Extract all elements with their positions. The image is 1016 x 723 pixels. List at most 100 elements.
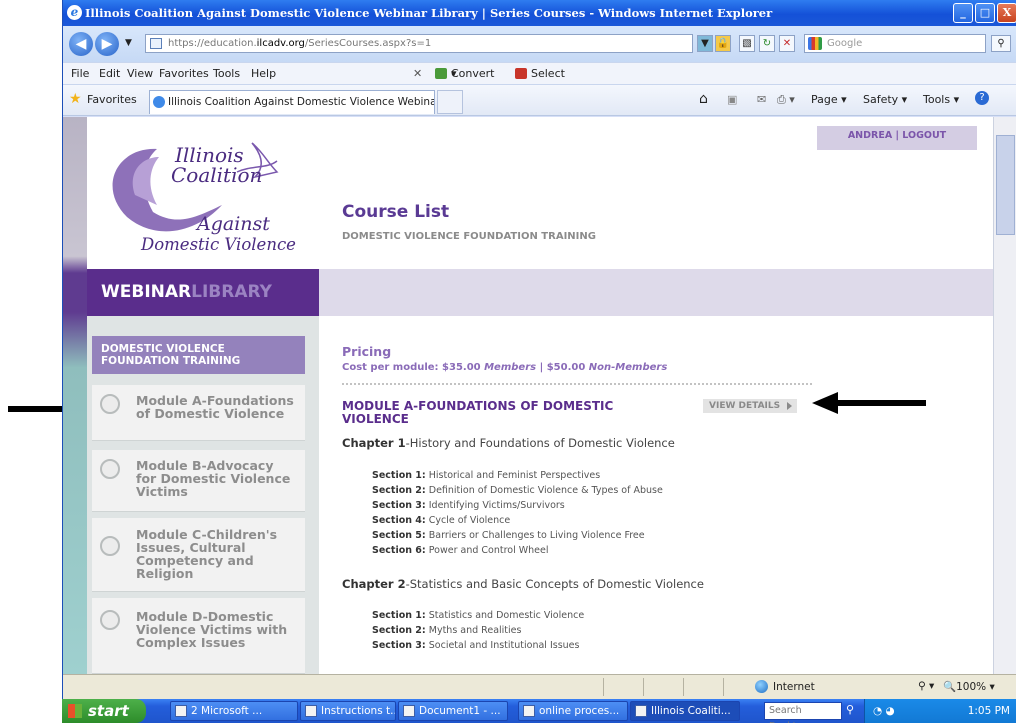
search-input[interactable]: Google <box>804 34 986 53</box>
section-item[interactable]: Section 3: Identifying Victims/Survivors <box>372 500 565 511</box>
taskbar-item[interactable]: Document1 - ... <box>398 701 508 721</box>
status-bar: Internet ⚲ ▾ 🔍100% ▾ <box>63 674 1016 699</box>
section-title: Historical and Feminist Perspectives <box>425 470 601 481</box>
menu-bar: File Edit View Favorites Tools Help ✕ Co… <box>63 62 1016 84</box>
protected-mode-icon[interactable]: ⚲ ▾ <box>918 680 934 692</box>
taskbar-item[interactable]: Illinois Coaliti... <box>630 701 740 721</box>
nav-dropdown-icon[interactable]: ▼ <box>125 38 132 48</box>
refresh-icon[interactable]: ↻ <box>759 35 775 52</box>
close-toolbar-icon[interactable]: ✕ <box>413 63 422 84</box>
module-radio-a[interactable] <box>100 394 120 414</box>
minimize-button[interactable]: _ <box>953 3 973 23</box>
vertical-scrollbar[interactable] <box>993 117 1016 674</box>
taskbar-item[interactable]: Instructions t... <box>300 701 396 721</box>
section-item[interactable]: Section 4: Cycle of Violence <box>372 515 510 526</box>
section-title: Power and Control Wheel <box>425 545 549 556</box>
module-item-a[interactable]: Module A-Foundations of Domestic Violenc… <box>92 385 305 441</box>
clock: 1:05 PM <box>967 705 1010 717</box>
section-item[interactable]: Section 1: Statistics and Domestic Viole… <box>372 610 584 621</box>
webinar-label: WEBINAR <box>101 282 192 302</box>
lock-icon[interactable]: 🔒 <box>715 35 731 52</box>
section-title: Barriers or Challenges to Living Violenc… <box>425 530 645 541</box>
status-divider <box>683 678 684 696</box>
tab-current[interactable]: Illinois Coalition Against Domestic Viol… <box>149 90 435 114</box>
library-label: LIBRARY <box>191 282 272 302</box>
security-zone-label: Internet <box>773 681 815 693</box>
chapter-heading: Chapter 2-Statistics and Basic Concepts … <box>342 577 704 591</box>
section-label: Section 4: <box>372 515 426 526</box>
print-icon[interactable]: ⎙ ▾ <box>777 93 795 107</box>
view-details-button[interactable]: VIEW DETAILS <box>703 399 797 413</box>
logo[interactable]: Illinois Coalition Against Domestic Viol… <box>87 117 319 269</box>
scrollbar-thumb[interactable] <box>996 135 1015 235</box>
page-menu[interactable]: Page ▾ <box>811 93 847 106</box>
series-button[interactable]: DOMESTIC VIOLENCE FOUNDATION TRAINING <box>92 336 305 374</box>
divider <box>342 383 812 385</box>
address-bar[interactable]: https://education.ilcadv.org/SeriesCours… <box>145 34 693 53</box>
menu-view[interactable]: View <box>127 63 153 84</box>
cost-prefix: Cost per module: $35.00 <box>342 362 485 373</box>
section-item[interactable]: Section 2: Myths and Realities <box>372 625 521 636</box>
module-radio-b[interactable] <box>100 459 120 479</box>
search-icon[interactable]: ⚲ <box>991 35 1011 52</box>
module-item-c[interactable]: Module C-Children's Issues, Cultural Com… <box>92 518 305 592</box>
menu-tools[interactable]: Tools <box>213 63 240 84</box>
section-item[interactable]: Section 5: Barriers or Challenges to Liv… <box>372 530 645 541</box>
user-name[interactable]: ANDREA <box>848 130 892 141</box>
pricing-heading: Pricing <box>342 344 392 359</box>
mail-icon[interactable]: ✉ <box>757 93 766 106</box>
feeds-icon[interactable]: ▣ <box>727 93 737 106</box>
user-bar: ANDREA | LOGOUT <box>817 126 977 150</box>
logout-link[interactable]: LOGOUT <box>902 130 946 141</box>
menu-favorites[interactable]: Favorites <box>159 63 209 84</box>
close-button[interactable]: X <box>997 3 1016 23</box>
module-radio-d[interactable] <box>100 610 120 630</box>
taskbar-item[interactable]: 2 Microsoft ... <box>170 701 298 721</box>
desktop-search-icon[interactable]: ⚲ <box>846 703 854 716</box>
convert-button[interactable]: Convert ▾ <box>435 63 495 84</box>
url-prefix: https://education. <box>168 38 257 49</box>
section-item[interactable]: Section 1: Historical and Feminist Persp… <box>372 470 600 481</box>
convert-icon <box>435 68 447 79</box>
module-title-b: Module B-Advocacy for Domestic Violence … <box>136 458 291 499</box>
help-icon[interactable]: ? <box>975 91 989 105</box>
module-radio-c[interactable] <box>100 536 120 556</box>
security-zone[interactable]: Internet <box>755 675 815 699</box>
start-button[interactable]: start <box>62 699 146 723</box>
section-item[interactable]: Section 2: Definition of Domestic Violen… <box>372 485 663 496</box>
module-item-d[interactable]: Module D-Domestic Violence Victims with … <box>92 598 305 674</box>
taskbar-item[interactable]: online proces... <box>518 701 628 721</box>
site-container: Illinois Coalition Against Domestic Viol… <box>87 117 993 674</box>
pricing-cost: Cost per module: $35.00 Members | $50.00… <box>342 362 667 373</box>
app-icon <box>635 705 647 717</box>
back-button[interactable]: ◀ <box>69 32 93 56</box>
address-dropdown-button[interactable]: ▼ <box>697 35 713 52</box>
section-item[interactable]: Section 3: Societal and Institutional Is… <box>372 640 579 651</box>
module-item-b[interactable]: Module B-Advocacy for Domestic Violence … <box>92 450 305 512</box>
zoom-control[interactable]: 🔍100% ▾ <box>943 675 995 699</box>
forward-button[interactable]: ▶ <box>95 32 119 56</box>
section-title: Definition of Domestic Violence & Types … <box>425 485 663 496</box>
tab-title: Illinois Coalition Against Domestic Viol… <box>168 96 434 108</box>
menu-edit[interactable]: Edit <box>99 63 120 84</box>
chapter-title: -History and Foundations of Domestic Vio… <box>405 436 675 450</box>
desktop-search-input[interactable]: Search Desktop <box>764 702 842 723</box>
page-menu-label: Page <box>811 93 838 106</box>
compat-view-icon[interactable]: ▧ <box>739 35 755 52</box>
home-icon[interactable]: ⌂ <box>699 91 708 107</box>
tools-menu[interactable]: Tools ▾ <box>923 93 959 106</box>
menu-help[interactable]: Help <box>251 63 276 84</box>
menu-file[interactable]: File <box>71 63 89 84</box>
new-tab-button[interactable] <box>437 90 463 114</box>
ie-tab-icon <box>153 96 165 108</box>
page-viewport: Illinois Coalition Against Domestic Viol… <box>63 117 1016 674</box>
favorites-star-icon: ★ <box>69 91 82 107</box>
maximize-button[interactable]: □ <box>975 3 995 23</box>
section-item[interactable]: Section 6: Power and Control Wheel <box>372 545 549 556</box>
stop-icon[interactable]: ✕ <box>779 35 795 52</box>
tray-icon[interactable]: ◔ ◕ <box>873 699 895 723</box>
app-icon <box>523 705 535 717</box>
safety-menu[interactable]: Safety ▾ <box>863 93 907 106</box>
chapter-label: Chapter 2 <box>342 577 406 591</box>
favorites-button[interactable]: ★ Favorites <box>69 91 137 107</box>
